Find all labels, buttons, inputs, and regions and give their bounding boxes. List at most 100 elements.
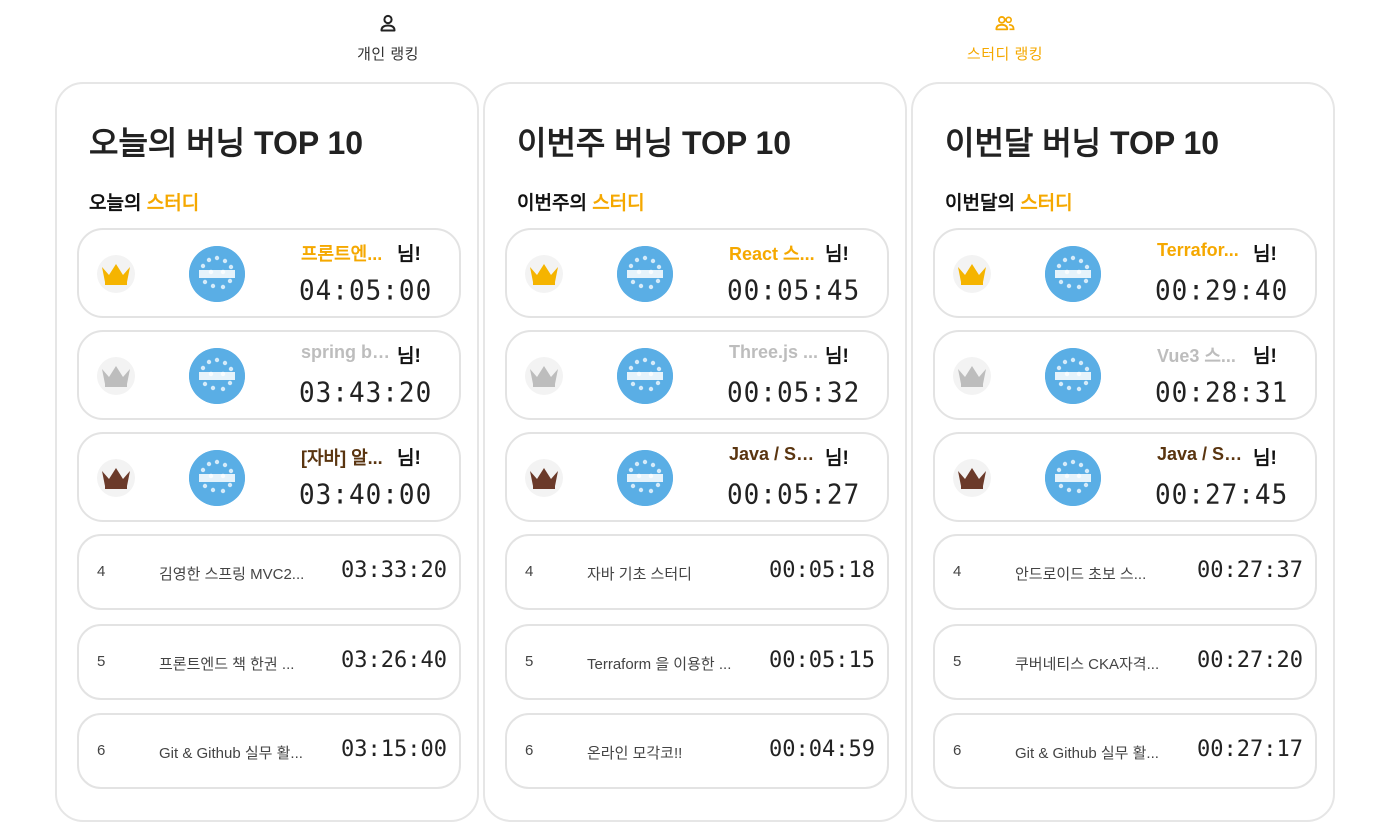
silver-crown-icon bbox=[953, 357, 991, 395]
study-name: 프론트엔드 책 한권 ... bbox=[159, 656, 295, 673]
rank-number: 6 bbox=[525, 742, 534, 759]
top-study-card-3[interactable]: Java / Sp... 님! 00:27:45 bbox=[933, 432, 1317, 522]
subtitle-prefix: 이번주의 bbox=[517, 193, 587, 214]
panel-title: 이번달 버닝 TOP 10 bbox=[945, 125, 1220, 161]
silver-crown-icon bbox=[525, 357, 563, 395]
ranking-panel-2: 이번주 버닝 TOP 10 이번주의 스터디 React 스... 님! 00:05… bbox=[483, 82, 907, 822]
study-time: 03:15:00 bbox=[341, 737, 447, 762]
top-study-card-1[interactable]: React 스... 님! 00:05:45 bbox=[505, 228, 889, 318]
top-study-card-2[interactable]: Three.js ... 님! 00:05:32 bbox=[505, 330, 889, 420]
study-thumbnail bbox=[189, 348, 245, 404]
top-study-card-1[interactable]: Terrafor... 님! 00:29:40 bbox=[933, 228, 1317, 318]
panel-title: 이번주 버닝 TOP 10 bbox=[517, 125, 792, 161]
study-time: 03:40:00 bbox=[299, 479, 433, 511]
panel-title: 오늘의 버닝 TOP 10 bbox=[89, 125, 364, 161]
honorific-label: 님! bbox=[825, 448, 849, 469]
silver-crown-icon bbox=[97, 357, 135, 395]
study-time: 00:05:15 bbox=[769, 648, 875, 673]
study-name: [자바] 알... bbox=[301, 448, 383, 468]
study-time: 00:27:20 bbox=[1197, 648, 1303, 673]
panel-subtitle: 오늘의 스터디 bbox=[89, 188, 199, 215]
tab-study-ranking[interactable]: 스터디 랭킹 bbox=[925, 12, 1085, 64]
top-study-card-3[interactable]: Java / Sp... 님! 00:05:27 bbox=[505, 432, 889, 522]
study-thumbnail bbox=[1045, 246, 1101, 302]
rank-number: 5 bbox=[953, 653, 962, 670]
study-name: Vue3 스... bbox=[1157, 346, 1236, 366]
study-name: Terraform 을 이용한 ... bbox=[587, 656, 732, 673]
study-time: 00:29:40 bbox=[1155, 275, 1289, 307]
honorific-label: 님! bbox=[397, 244, 421, 265]
gold-crown-icon bbox=[953, 255, 991, 293]
study-name: 자바 기초 스터디 bbox=[587, 566, 692, 583]
rank-number: 6 bbox=[953, 742, 962, 759]
study-time: 00:05:45 bbox=[727, 275, 861, 307]
tab-personal-ranking[interactable]: 개인 랭킹 bbox=[308, 12, 468, 64]
gold-crown-icon bbox=[525, 255, 563, 293]
study-thumbnail bbox=[617, 246, 673, 302]
study-time: 00:27:37 bbox=[1197, 558, 1303, 583]
ranking-row[interactable]: 5 Terraform 을 이용한 ... 00:05:15 bbox=[505, 624, 889, 700]
rank-number: 6 bbox=[97, 742, 106, 759]
ranking-row[interactable]: 4 김영한 스프링 MVC2... 03:33:20 bbox=[77, 534, 461, 610]
rank-number: 4 bbox=[525, 563, 534, 580]
subtitle-accent: 스터디 bbox=[146, 193, 200, 214]
gold-crown-icon bbox=[97, 255, 135, 293]
rank-number: 4 bbox=[953, 563, 962, 580]
study-name: 온라인 모각코!! bbox=[587, 745, 683, 762]
panel-subtitle: 이번주의 스터디 bbox=[517, 188, 645, 215]
subtitle-prefix: 오늘의 bbox=[89, 193, 142, 214]
top-study-card-2[interactable]: spring bo... 님! 03:43:20 bbox=[77, 330, 461, 420]
subtitle-accent: 스터디 bbox=[592, 193, 645, 214]
study-time: 00:27:45 bbox=[1155, 479, 1289, 511]
study-name: 쿠버네티스 CKA자격... bbox=[1015, 656, 1160, 673]
study-time: 00:04:59 bbox=[769, 737, 875, 762]
top-study-card-2[interactable]: Vue3 스... 님! 00:28:31 bbox=[933, 330, 1317, 420]
ranking-row[interactable]: 4 자바 기초 스터디 00:05:18 bbox=[505, 534, 889, 610]
panel-subtitle: 이번달의 스터디 bbox=[945, 188, 1073, 215]
honorific-label: 님! bbox=[397, 448, 421, 469]
study-time: 00:28:31 bbox=[1155, 377, 1289, 409]
subtitle-prefix: 이번달의 bbox=[945, 193, 1015, 214]
ranking-row[interactable]: 6 Git & Github 실무 활... 00:27:17 bbox=[933, 713, 1317, 789]
ranking-row[interactable]: 4 안드로이드 초보 스... 00:27:37 bbox=[933, 534, 1317, 610]
study-time: 03:43:20 bbox=[299, 377, 433, 409]
ranking-row[interactable]: 6 Git & Github 실무 활... 03:15:00 bbox=[77, 713, 461, 789]
subtitle-accent: 스터디 bbox=[1020, 193, 1073, 214]
study-thumbnail bbox=[617, 348, 673, 404]
top-study-card-1[interactable]: 프론트엔... 님! 04:05:00 bbox=[77, 228, 461, 318]
study-name: React 스... bbox=[729, 244, 815, 264]
study-name: spring bo... bbox=[301, 342, 393, 362]
bronze-crown-icon bbox=[525, 459, 563, 497]
study-name: 김영한 스프링 MVC2... bbox=[159, 566, 305, 583]
study-time: 00:05:32 bbox=[727, 377, 861, 409]
group-icon bbox=[995, 12, 1015, 34]
study-thumbnail bbox=[617, 450, 673, 506]
study-time: 00:05:27 bbox=[727, 479, 861, 511]
study-name: 프론트엔... bbox=[301, 244, 383, 264]
study-time: 00:05:18 bbox=[769, 558, 875, 583]
study-name: Terrafor... bbox=[1157, 240, 1239, 260]
bronze-crown-icon bbox=[953, 459, 991, 497]
honorific-label: 님! bbox=[1253, 346, 1277, 367]
ranking-tabs: 개인 랭킹 스터디 랭킹 bbox=[0, 0, 1376, 80]
study-name: Java / Sp... bbox=[729, 444, 821, 464]
study-thumbnail bbox=[1045, 450, 1101, 506]
ranking-row[interactable]: 5 프론트엔드 책 한권 ... 03:26:40 bbox=[77, 624, 461, 700]
study-name: Git & Github 실무 활... bbox=[159, 745, 303, 762]
study-thumbnail bbox=[189, 450, 245, 506]
rank-number: 5 bbox=[525, 653, 534, 670]
tab-personal-label: 개인 랭킹 bbox=[357, 46, 419, 63]
honorific-label: 님! bbox=[825, 346, 849, 367]
study-time: 03:33:20 bbox=[341, 558, 447, 583]
study-name: Three.js ... bbox=[729, 342, 819, 362]
top-study-card-3[interactable]: [자바] 알... 님! 03:40:00 bbox=[77, 432, 461, 522]
ranking-row[interactable]: 5 쿠버네티스 CKA자격... 00:27:20 bbox=[933, 624, 1317, 700]
ranking-panel-1: 오늘의 버닝 TOP 10 오늘의 스터디 프론트엔... 님! 04:05:00 s… bbox=[55, 82, 479, 822]
ranking-row[interactable]: 6 온라인 모각코!! 00:04:59 bbox=[505, 713, 889, 789]
rank-number: 4 bbox=[97, 563, 106, 580]
honorific-label: 님! bbox=[397, 346, 421, 367]
study-name: Java / Sp... bbox=[1157, 444, 1249, 464]
person-icon bbox=[378, 12, 398, 34]
study-time: 03:26:40 bbox=[341, 648, 447, 673]
study-name: Git & Github 실무 활... bbox=[1015, 745, 1159, 762]
